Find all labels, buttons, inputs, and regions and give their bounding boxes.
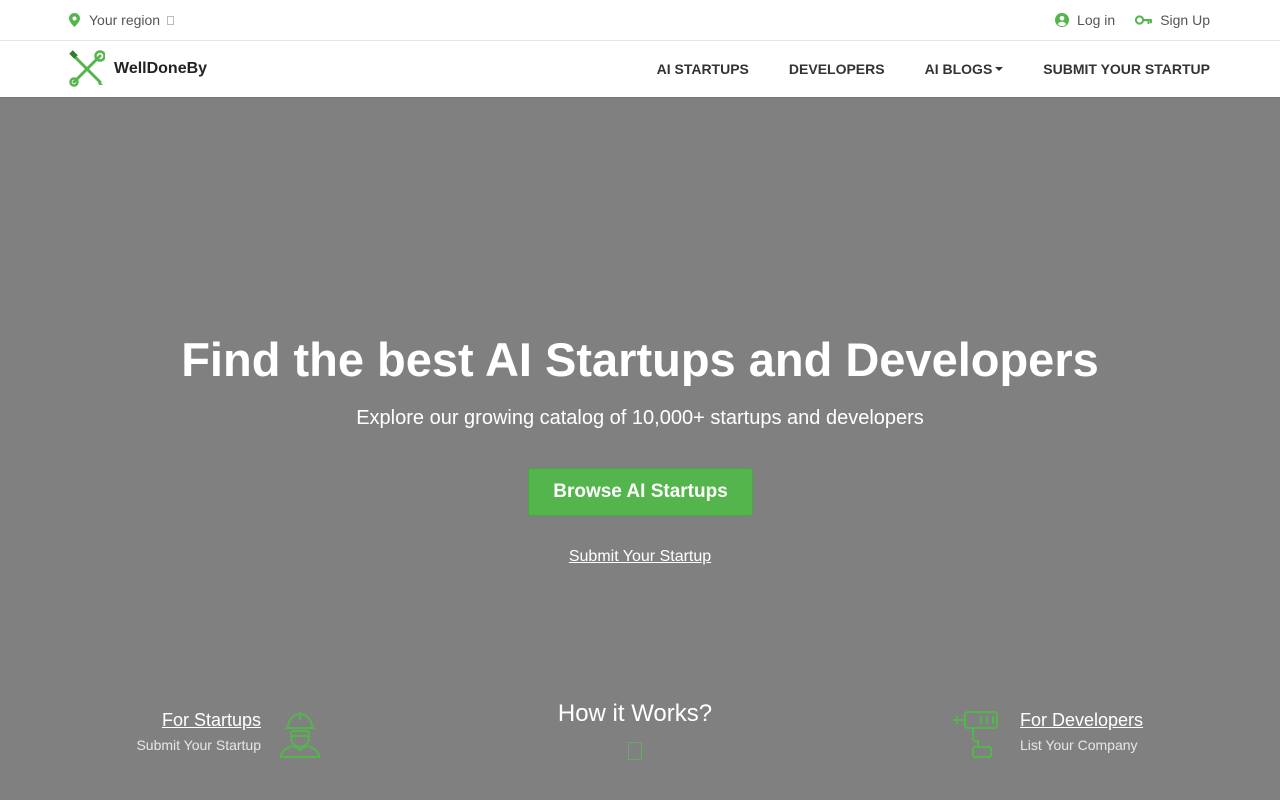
region-selector[interactable]: Your region	[69, 12, 175, 28]
for-startups-subtitle: Submit Your Startup	[136, 737, 261, 753]
main-navbar: WellDoneBy AI STARTUPS DEVELOPERS AI BLO…	[0, 41, 1280, 97]
nav-item-ai-startups[interactable]: AI STARTUPS	[657, 61, 749, 77]
signup-label: Sign Up	[1160, 12, 1210, 28]
nav-item-ai-blogs[interactable]: AI BLOGS	[925, 61, 1004, 77]
user-circle-icon	[1055, 13, 1070, 27]
region-label: Your region	[89, 12, 161, 28]
nav-menu: AI STARTUPS DEVELOPERS AI BLOGS SUBMIT Y…	[617, 41, 1210, 97]
auth-links: Log in Sign Up	[1055, 12, 1210, 28]
tools-logo-icon	[69, 50, 105, 87]
browse-startups-button[interactable]: Browse AI Startups	[528, 468, 753, 516]
nav-item-submit-startup[interactable]: SUBMIT YOUR STARTUP	[1043, 61, 1210, 77]
key-icon	[1135, 15, 1153, 25]
region-dropdown-icon	[167, 15, 175, 25]
for-developers-subtitle: List Your Company	[1020, 737, 1138, 753]
login-label: Log in	[1077, 12, 1116, 28]
caret-down-icon	[995, 67, 1004, 71]
hero-title: Find the best AI Startups and Developers	[181, 333, 1099, 386]
submit-startup-link[interactable]: Submit Your Startup	[569, 548, 711, 565]
hero-link-wrap: Submit Your Startup	[0, 548, 1280, 566]
nav-item-ai-blogs-label: AI BLOGS	[924, 61, 993, 77]
hero-subtitle: Explore our growing catalog of 10,000+ s…	[356, 407, 924, 429]
feature-developers: For Developers List Your Company	[1020, 710, 1220, 753]
nav-item-developers[interactable]: DEVELOPERS	[789, 61, 885, 77]
play-video-icon[interactable]	[628, 742, 642, 760]
brand-logo-link[interactable]: WellDoneBy	[69, 50, 207, 87]
for-developers-link[interactable]: For Developers	[1020, 710, 1220, 731]
signup-link[interactable]: Sign Up	[1135, 12, 1210, 28]
drill-icon	[953, 711, 998, 758]
brand-name: WellDoneBy	[114, 59, 208, 77]
login-link[interactable]: Log in	[1055, 12, 1115, 28]
map-pin-icon	[69, 13, 80, 27]
top-utility-bar: Your region Log in Sign Up	[0, 0, 1280, 41]
